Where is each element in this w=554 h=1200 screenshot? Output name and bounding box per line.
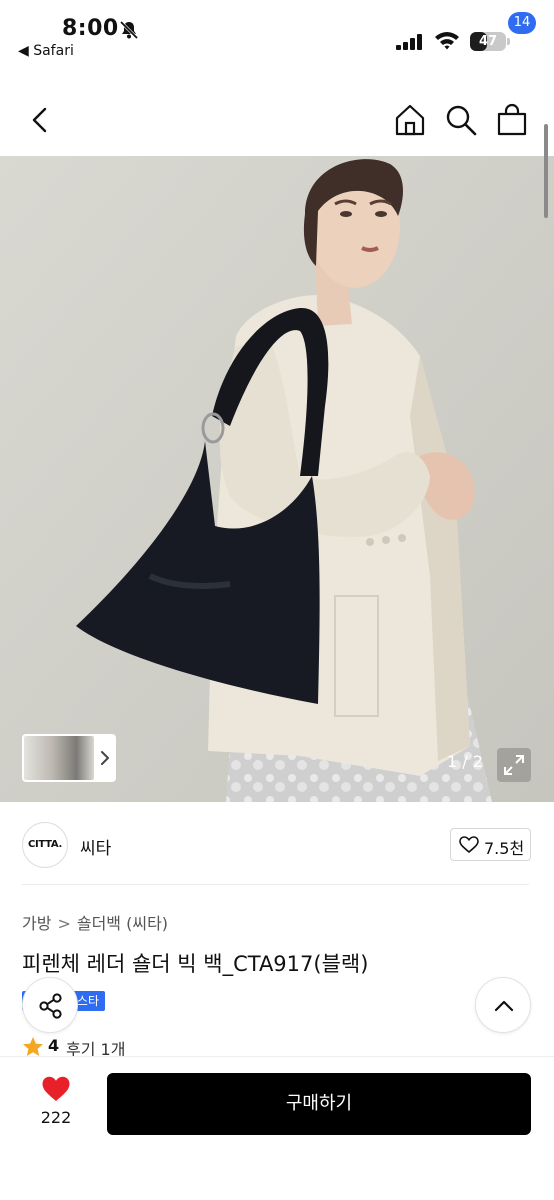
scroll-to-top-button[interactable] xyxy=(475,977,531,1033)
bell-slash-icon xyxy=(119,20,139,40)
product-image[interactable] xyxy=(0,156,554,802)
wifi-icon xyxy=(435,32,459,50)
thumbnail-strip[interactable] xyxy=(22,734,116,782)
nav-header xyxy=(0,88,554,154)
chevron-right-icon[interactable] xyxy=(98,748,112,768)
wish-count: 222 xyxy=(40,1108,72,1127)
star-icon xyxy=(23,1037,43,1056)
expand-icon xyxy=(504,755,524,775)
status-bar: 8:00 ◀ Safari 47 xyxy=(0,0,554,70)
breadcrumb-item-bag[interactable]: 가방 xyxy=(22,910,51,934)
shopping-bag-icon[interactable] xyxy=(494,102,530,138)
product-title: 피렌체 레더 숄더 빅 백_CTA917(블랙) xyxy=(22,952,369,976)
rating-value: 4 xyxy=(48,1036,60,1055)
breadcrumb-item-shoulder-bag[interactable]: 숄더백 (씨타) xyxy=(77,910,168,934)
status-time: 8:00 xyxy=(62,16,119,41)
image-counter: 1 / 2 xyxy=(447,752,483,771)
heart-outline-icon xyxy=(459,836,479,854)
back-to-safari-link[interactable]: ◀ Safari xyxy=(18,43,74,59)
battery-percent: 47 xyxy=(478,34,498,49)
share-button[interactable] xyxy=(22,977,78,1033)
battery-indicator: 47 xyxy=(470,32,506,51)
brand-logo[interactable]: CITTA. xyxy=(22,822,68,868)
search-icon[interactable] xyxy=(443,102,479,138)
buy-button[interactable]: 구매하기 xyxy=(107,1073,531,1135)
cellular-signal-icon xyxy=(396,34,422,50)
cart-count-badge: 14 xyxy=(508,12,536,34)
home-icon[interactable] xyxy=(392,102,428,138)
page-scrollbar[interactable] xyxy=(544,124,548,218)
heart-filled-icon[interactable] xyxy=(41,1075,71,1103)
battery-tip xyxy=(507,38,510,45)
brand-like-count: 7.5천 xyxy=(484,839,525,858)
breadcrumb: 가방 > 숄더백 (씨타) xyxy=(22,910,168,934)
expand-image-button[interactable] xyxy=(497,748,531,782)
breadcrumb-separator: > xyxy=(57,914,71,933)
share-icon xyxy=(39,993,62,1019)
chevron-up-icon xyxy=(494,1000,514,1012)
thumbnail-image[interactable] xyxy=(24,736,94,780)
product-photo xyxy=(0,156,554,802)
brand-like-button[interactable]: 7.5천 xyxy=(450,828,531,861)
brand-name[interactable]: 씨타 xyxy=(80,834,111,859)
divider xyxy=(22,884,529,885)
back-arrow-icon[interactable] xyxy=(26,104,54,136)
